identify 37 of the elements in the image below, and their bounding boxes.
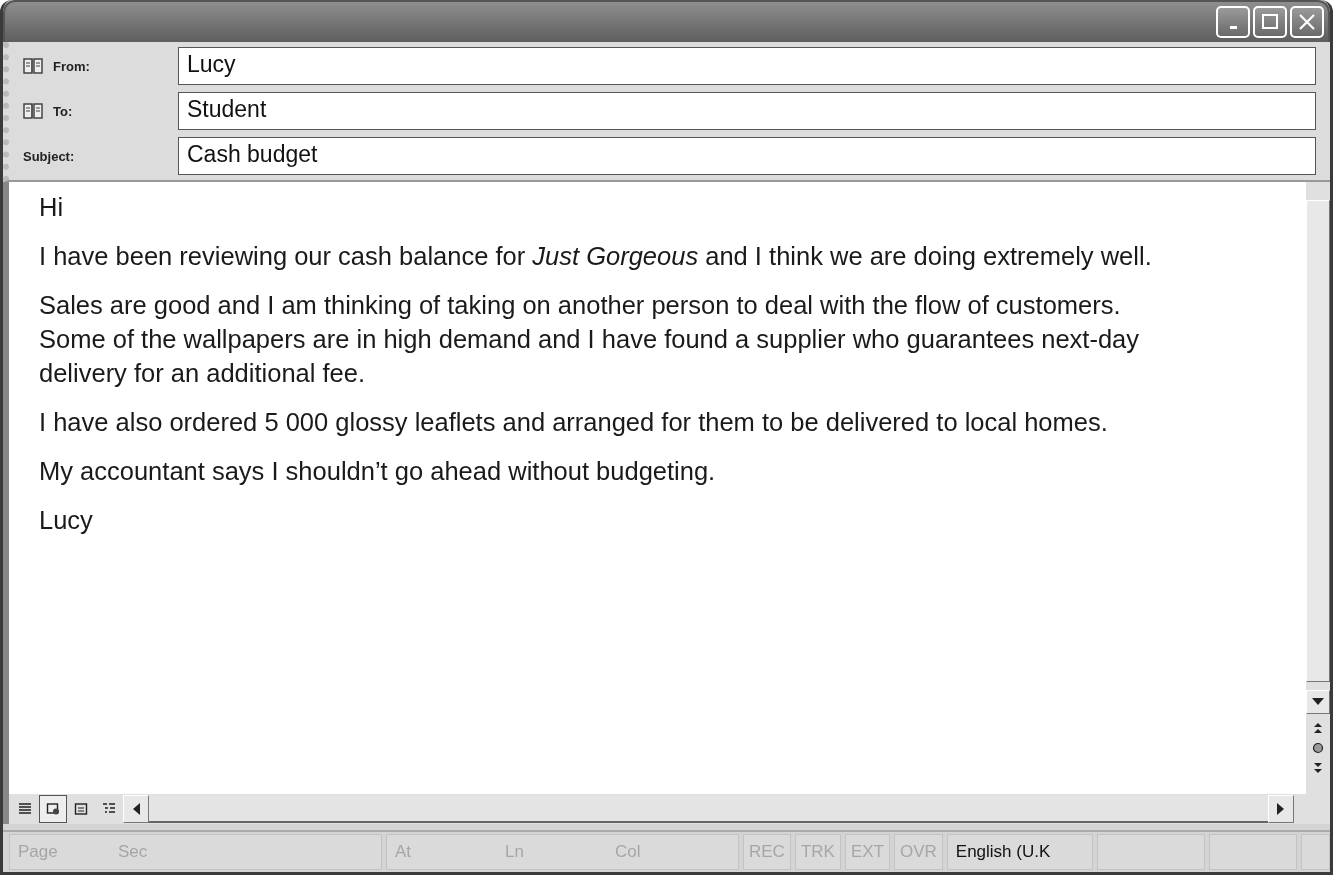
scroll-thumb[interactable]: [1306, 200, 1330, 682]
web-view-icon: [46, 802, 60, 816]
field-label: From:: [53, 58, 90, 74]
message-paragraph: I have been reviewing our cash balance for Just Gorgeous and I think we are doing extremely well.: [39, 241, 1153, 272]
triangle-left-icon: [132, 803, 140, 815]
field-label: Subject:: [23, 148, 75, 164]
previous-page-icon[interactable]: [1313, 722, 1323, 734]
message-paragraph: My accountant says I shouldn’t go ahead without budgeting.: [39, 456, 717, 487]
print-view-icon: [74, 802, 88, 816]
status-item: English (U.K: [955, 842, 1051, 862]
maximize-button[interactable]: [1253, 6, 1287, 38]
message-paragraph: I have also ordered 5 000 glossy leaflets and arranged for them to be delivered to local homes.: [39, 407, 1109, 438]
triangle-down-icon: [1312, 698, 1324, 706]
scroll-right-button[interactable]: [1268, 795, 1294, 823]
minimize-button[interactable]: [1216, 6, 1250, 38]
input-field[interactable]: Lucy: [178, 47, 1316, 85]
outline-view-icon: [102, 802, 116, 816]
message-paragraph: Sales are good and I am thinking of taking on another person to deal with the flow of customers. Some of the wallpapers are in high demand and I have found a supplier who guarantees next-day delivery for an additional fee.: [39, 290, 1141, 389]
input-field[interactable]: Cash budget: [178, 137, 1316, 175]
normal-view-icon: [18, 802, 32, 816]
address-book-icon[interactable]: [23, 57, 43, 75]
field-label: To:: [53, 103, 73, 119]
close-button[interactable]: [1290, 6, 1324, 38]
message-paragraph: Lucy: [39, 505, 94, 536]
scroll-left-button[interactable]: [123, 795, 149, 823]
address-book-icon[interactable]: [23, 102, 43, 120]
horizontal-scrollbar[interactable]: [149, 795, 1268, 823]
minimize-icon: [1229, 25, 1237, 29]
triangle-right-icon: [1277, 803, 1285, 815]
maximize-icon: [1261, 13, 1279, 31]
browse-object-icon[interactable]: [1312, 742, 1324, 754]
message-paragraph: Hi: [39, 192, 65, 223]
scroll-down-button[interactable]: [1306, 690, 1330, 714]
close-icon: [1298, 13, 1316, 31]
input-field[interactable]: Student: [178, 92, 1316, 130]
web-view-button[interactable]: [39, 795, 67, 823]
next-page-icon[interactable]: [1313, 762, 1323, 774]
